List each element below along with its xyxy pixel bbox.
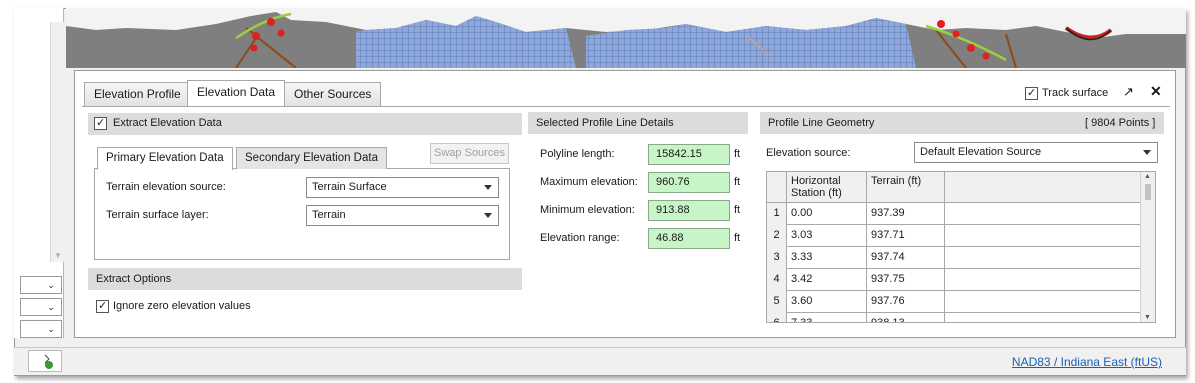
tab-strip-border [82, 106, 1170, 107]
chevron-down-icon: ⌄ [47, 324, 55, 334]
caret-down-icon [484, 213, 492, 218]
terrain-source-select[interactable]: Terrain Surface [306, 177, 499, 198]
pop-out-icon[interactable]: ↗ [1123, 84, 1134, 100]
tab-elevation-data[interactable]: Elevation Data [187, 80, 286, 106]
terrain-layer-value: Terrain [312, 209, 346, 221]
max-elevation-value: 960.76 [648, 172, 730, 193]
row-number: 6 [767, 313, 787, 322]
tab-primary-elevation[interactable]: Primary Elevation Data [97, 147, 233, 170]
station-column-header[interactable]: Horizontal Station (ft) [787, 172, 867, 203]
polyline-length-value: 15842.15 [648, 144, 730, 165]
elevation-source-select[interactable]: Default Elevation Source [914, 142, 1158, 163]
unit-label: ft [734, 232, 741, 244]
elevation-source-label: Elevation source: [766, 147, 851, 159]
min-elevation-value: 913.88 [648, 200, 730, 221]
terrain-layer-label: Terrain surface layer: [106, 209, 209, 221]
terrain-column-header[interactable]: Terrain (ft) [867, 172, 945, 203]
station-cell[interactable]: 3.42 [787, 269, 867, 291]
polyline-length-label: Polyline length: [540, 148, 615, 160]
caret-down-icon [1143, 150, 1151, 155]
points-count: [ 9804 Points ] [1085, 117, 1156, 129]
station-cell[interactable]: 7.33 [787, 313, 867, 322]
caret-down-icon [484, 185, 492, 190]
left-dropdown-2[interactable]: ⌄ [20, 298, 62, 316]
extract-elevation-checkbox[interactable] [94, 116, 107, 130]
station-cell[interactable]: 0.00 [787, 203, 867, 225]
row-number: 3 [767, 247, 787, 269]
terrain-layer-select[interactable]: Terrain [306, 205, 499, 226]
extract-options-header: Extract Options [88, 268, 522, 290]
terrain-source-value: Terrain Surface [312, 181, 387, 193]
elevation-range-value: 46.88 [648, 228, 730, 249]
ignore-zero-label: Ignore zero elevation values [113, 300, 251, 312]
left-dropdown-3[interactable]: ⌄ [20, 320, 62, 338]
table-row[interactable]: 4 3.42 937.75 [767, 269, 1141, 291]
status-bar: NAD83 / Indiana East (ftUS) [14, 347, 1186, 375]
terrain-cell[interactable]: 938.13 [867, 313, 945, 322]
extract-elevation-label: Extract Elevation Data [113, 117, 222, 129]
scroll-up-icon[interactable]: ▲ [1144, 173, 1151, 180]
coordinate-system-link[interactable]: NAD83 / Indiana East (ftUS) [1012, 355, 1162, 369]
row-number-header [767, 172, 787, 203]
table-row[interactable]: 5 3.60 937.76 [767, 291, 1141, 313]
station-cell[interactable]: 3.60 [787, 291, 867, 313]
table-row[interactable]: 6 7.33 938.13 [767, 313, 1141, 322]
terrain-cell[interactable]: 937.75 [867, 269, 945, 291]
close-icon[interactable]: ✕ [1150, 83, 1162, 100]
table-row[interactable]: 3 3.33 937.74 [767, 247, 1141, 269]
ignore-zero-checkbox[interactable] [96, 299, 109, 313]
map-status-icon[interactable] [28, 350, 62, 372]
chevron-down-icon: ⌄ [47, 280, 55, 290]
min-elevation-label: Minimum elevation: [540, 204, 635, 216]
terrain-cell[interactable]: 937.39 [867, 203, 945, 225]
table-scrollbar[interactable]: ▲ ▼ [1140, 172, 1155, 322]
max-elevation-label: Maximum elevation: [540, 176, 638, 188]
track-surface-checkbox[interactable] [1025, 86, 1038, 100]
tab-elevation-profile[interactable]: Elevation Profile [84, 82, 191, 106]
geometry-table[interactable]: Horizontal Station (ft) Terrain (ft) 1 0… [766, 171, 1156, 323]
left-scrollbar[interactable]: ▼ [50, 22, 64, 262]
row-number: 1 [767, 203, 787, 225]
elevation-range-label: Elevation range: [540, 232, 620, 244]
row-number: 2 [767, 225, 787, 247]
station-cell[interactable]: 3.03 [787, 225, 867, 247]
unit-label: ft [734, 176, 741, 188]
profile-graphic [66, 12, 1186, 68]
swap-sources-button[interactable]: Swap Sources [430, 143, 509, 164]
table-header: Horizontal Station (ft) Terrain (ft) [767, 172, 1141, 203]
tab-other-sources[interactable]: Other Sources [284, 82, 382, 106]
row-number: 5 [767, 291, 787, 313]
elevation-source-value: Default Elevation Source [920, 146, 1042, 158]
terrain-cell[interactable]: 937.76 [867, 291, 945, 313]
terrain-source-label: Terrain elevation source: [106, 181, 226, 193]
table-row[interactable]: 1 0.00 937.39 [767, 203, 1141, 225]
table-row[interactable]: 2 3.03 937.71 [767, 225, 1141, 247]
unit-label: ft [734, 148, 741, 160]
chevron-down-icon: ⌄ [47, 302, 55, 312]
profile-details-header: Selected Profile Line Details [528, 112, 748, 134]
elevation-profile-preview[interactable] [66, 8, 1186, 68]
left-dropdown-1[interactable]: ⌄ [20, 276, 62, 294]
track-surface-label: Track surface [1042, 87, 1109, 99]
scroll-down-icon[interactable]: ▼ [1144, 314, 1151, 321]
unit-label: ft [734, 204, 741, 216]
station-cell[interactable]: 3.33 [787, 247, 867, 269]
row-number: 4 [767, 269, 787, 291]
terrain-cell[interactable]: 937.74 [867, 247, 945, 269]
tab-secondary-elevation[interactable]: Secondary Elevation Data [236, 147, 387, 169]
terrain-cell[interactable]: 937.71 [867, 225, 945, 247]
scroll-thumb[interactable] [1145, 184, 1151, 200]
